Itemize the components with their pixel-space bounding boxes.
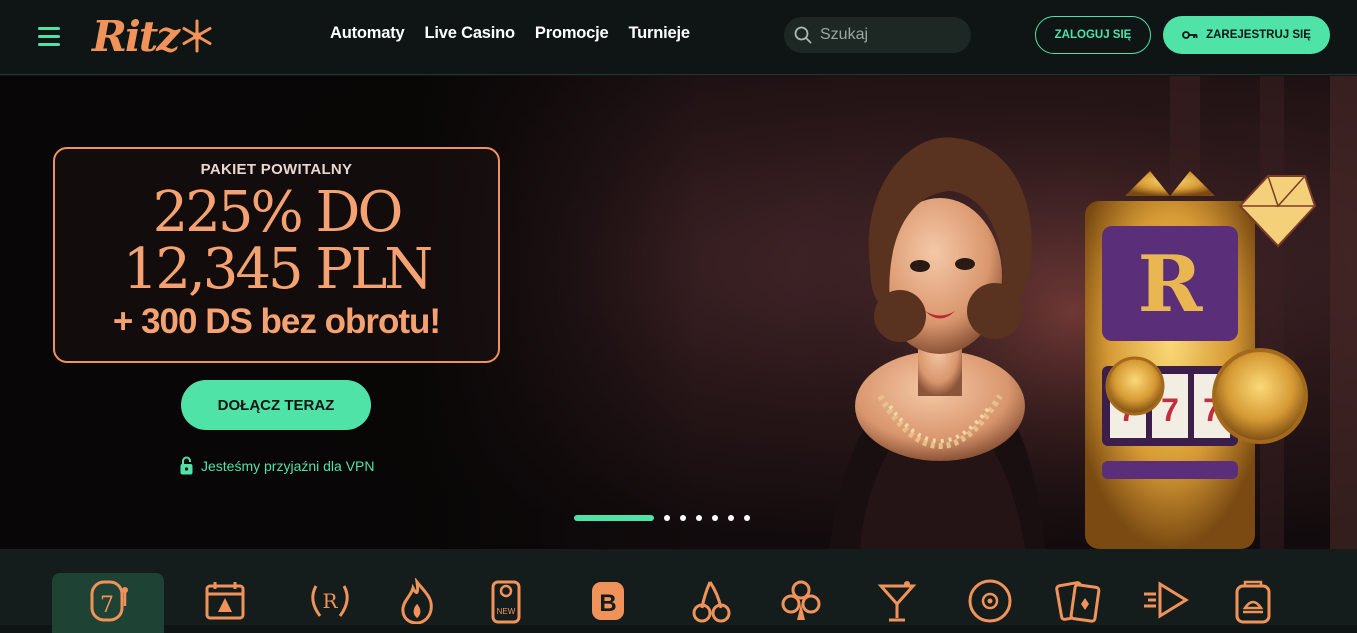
hero-illustration: R 7 7 7 <box>790 76 1357 549</box>
category-bar: 7 R NEW B <box>0 549 1357 633</box>
register-label: ZAREJESTRUJ SIĘ <box>1206 29 1311 41</box>
category-calendar[interactable] <box>169 573 281 633</box>
search-input[interactable] <box>820 26 960 44</box>
main-nav: Automaty Live Casino Promocje Turnieje <box>330 24 690 43</box>
category-bonus-buy[interactable]: B <box>552 573 664 633</box>
vpn-text: Jesteśmy przyjaźni dla VPN <box>201 457 375 474</box>
svg-text:7: 7 <box>100 593 114 618</box>
nav-promocje[interactable]: Promocje <box>535 24 609 43</box>
cherries-icon <box>692 581 731 623</box>
flame-icon <box>401 578 433 624</box>
cocktail-icon <box>877 581 917 622</box>
register-button[interactable]: ZAREJESTRUJ SIĘ <box>1163 16 1330 54</box>
carousel-dot-active[interactable] <box>574 515 654 521</box>
vpn-notice: Jesteśmy przyjaźni dla VPN <box>180 456 375 475</box>
hamburger-menu-icon[interactable] <box>38 27 64 49</box>
join-now-button[interactable]: DOŁĄCZ TERAZ <box>181 380 371 430</box>
free-spins-text: + 300 DS bez obrotu! <box>112 302 441 341</box>
category-jackpots[interactable] <box>1197 573 1309 633</box>
slot-seven-icon: 7 <box>90 580 128 622</box>
bonus-amount: 12,345 PLN <box>122 237 434 302</box>
search-box[interactable] <box>784 17 971 53</box>
ritz-logo[interactable]: Ritz <box>92 8 214 64</box>
category-new[interactable]: NEW <box>450 573 562 633</box>
svg-text:NEW: NEW <box>497 607 516 616</box>
logo-text: Ritz <box>92 11 180 61</box>
carousel-dot[interactable] <box>744 515 750 521</box>
fast-play-icon <box>1144 581 1189 619</box>
carousel-dot[interactable] <box>696 515 702 521</box>
cards-icon <box>1055 581 1101 623</box>
lock-icon <box>180 456 193 475</box>
carousel-dot[interactable] <box>728 515 734 521</box>
calendar-tree-icon <box>205 582 245 620</box>
svg-text:7: 7 <box>1161 392 1179 428</box>
carousel-dot[interactable] <box>712 515 718 521</box>
search-icon <box>794 26 812 44</box>
hero-banner: R 7 7 7 PAKIET POWITALNY 225% DO 12, <box>0 76 1357 549</box>
svg-text:R: R <box>1138 239 1204 330</box>
bonus-percent: 225% DO <box>152 180 404 245</box>
svg-text:B: B <box>599 590 616 617</box>
carousel-dots <box>574 515 750 521</box>
b-badge-icon: B <box>592 582 624 620</box>
laurel-r-icon: R <box>311 585 349 617</box>
welcome-package-label: PAKIET POWITALNY <box>200 161 353 178</box>
club-suit-icon <box>781 580 821 620</box>
site-header: Ritz Automaty Live Casino Promocje Turni… <box>0 0 1357 75</box>
category-slots[interactable]: 7 <box>52 573 164 633</box>
svg-text:R: R <box>322 589 338 613</box>
chip-icon <box>968 579 1012 623</box>
welcome-offer-box: PAKIET POWITALNY 225% DO 12,345 PLN + 30… <box>53 147 500 363</box>
jackpot-icon <box>1235 580 1271 624</box>
nav-automaty[interactable]: Automaty <box>330 24 405 43</box>
login-button[interactable]: ZALOGUJ SIĘ <box>1035 16 1151 54</box>
nav-turnieje[interactable]: Turnieje <box>629 24 691 43</box>
carousel-dot[interactable] <box>664 515 670 521</box>
key-icon <box>1182 31 1198 39</box>
door-hanger-new-icon: NEW <box>491 580 521 624</box>
snowflake-icon <box>182 19 212 53</box>
carousel-dot[interactable] <box>680 515 686 521</box>
nav-live-casino[interactable]: Live Casino <box>425 24 516 43</box>
